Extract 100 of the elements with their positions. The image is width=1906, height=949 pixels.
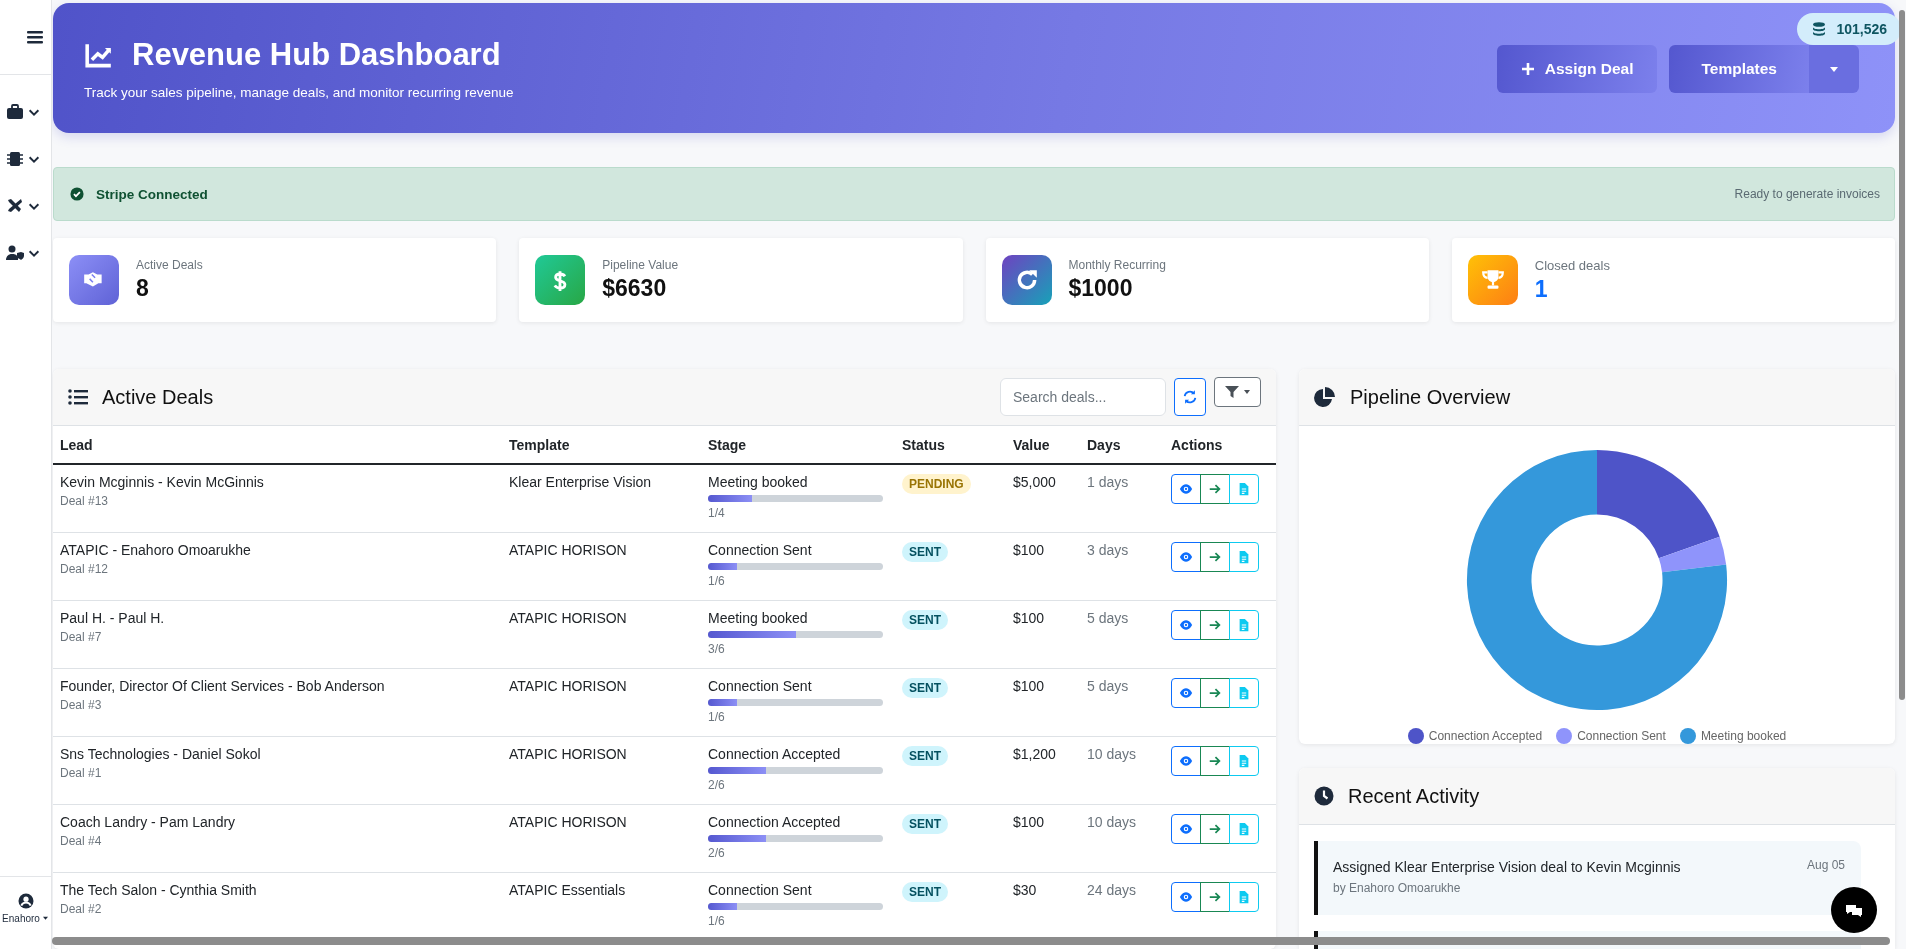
view-button[interactable] xyxy=(1171,882,1201,912)
status-badge: SENT xyxy=(902,610,948,630)
document-icon xyxy=(1237,822,1251,836)
templates-button[interactable]: Templates xyxy=(1669,45,1809,93)
advance-button[interactable] xyxy=(1200,882,1230,912)
stage-name: Connection Accepted xyxy=(708,746,842,762)
view-button[interactable] xyxy=(1171,474,1201,504)
arrow-right-icon xyxy=(1208,754,1222,768)
alert-note: Ready to generate invoices xyxy=(1734,187,1880,201)
stage-step: 3/6 xyxy=(708,642,888,656)
view-button[interactable] xyxy=(1171,610,1201,640)
advance-button[interactable] xyxy=(1200,678,1230,708)
stage-step: 1/6 xyxy=(708,710,888,724)
view-button[interactable] xyxy=(1171,542,1201,572)
view-button[interactable] xyxy=(1171,746,1201,776)
stat-value: $1000 xyxy=(1068,275,1134,302)
column-header: Actions xyxy=(1164,426,1276,464)
deal-number: Deal #7 xyxy=(60,630,103,644)
filter-button[interactable] xyxy=(1214,377,1261,407)
arrow-right-icon xyxy=(1208,822,1222,836)
column-header: Lead xyxy=(53,426,502,464)
value-cell: $100 xyxy=(1006,668,1080,737)
stat-label: Monthly Recurring xyxy=(1068,258,1166,272)
lead-name: The Tech Salon - Cynthia Smith xyxy=(60,882,258,898)
briefcase-icon xyxy=(6,103,24,121)
stat-label: Active Deals xyxy=(136,258,203,272)
arrow-right-icon xyxy=(1208,890,1222,904)
panel-title: Active Deals xyxy=(102,385,214,409)
stage-name: Connection Accepted xyxy=(708,814,842,830)
stage-step: 1/6 xyxy=(708,914,888,928)
advance-button[interactable] xyxy=(1200,474,1230,504)
lead-name: Kevin Mcginnis - Kevin McGinnis xyxy=(60,474,265,490)
refresh-button[interactable] xyxy=(1174,378,1206,416)
redo-tile-icon xyxy=(1001,255,1052,305)
legend-label: Meeting booked xyxy=(1700,729,1787,743)
deal-number: Deal #13 xyxy=(60,494,110,508)
status-badge: SENT xyxy=(902,882,948,902)
assign-deal-button[interactable]: Assign Deal xyxy=(1496,45,1658,93)
dashboard-title: Revenue Hub Dashboard xyxy=(132,36,501,73)
value-cell: $100 xyxy=(1006,804,1080,873)
column-header: Status xyxy=(895,426,1006,464)
trophy-tile-icon xyxy=(1467,255,1518,305)
advance-button[interactable] xyxy=(1200,746,1230,776)
stage-name: Connection Sent xyxy=(708,678,813,694)
dropdown-toggle[interactable] xyxy=(1809,45,1859,93)
deal-number: Deal #3 xyxy=(60,698,103,712)
stat-value: $6630 xyxy=(602,275,668,302)
advance-button[interactable] xyxy=(1200,610,1230,640)
filter-icon xyxy=(1224,384,1240,400)
stat-label: Closed deals xyxy=(1534,257,1610,273)
status-badge: SENT xyxy=(902,814,948,834)
deal-number: Deal #2 xyxy=(60,902,103,916)
arrow-right-icon xyxy=(1208,550,1222,564)
days-cell: 5 days xyxy=(1080,668,1164,737)
view-button[interactable] xyxy=(1171,678,1201,708)
caret-icon xyxy=(41,916,49,921)
view-button[interactable] xyxy=(1171,814,1201,844)
document-icon xyxy=(1237,482,1251,496)
value-cell: $1,200 xyxy=(1006,736,1080,805)
dollar-tile-icon xyxy=(535,255,586,305)
panel-title: Recent Activity xyxy=(1348,784,1480,808)
lead-name: ATAPIC - Enahoro Omoarukhe xyxy=(60,542,252,558)
column-header: Stage xyxy=(701,426,895,464)
stage-step: 2/6 xyxy=(708,846,888,860)
advance-button[interactable] xyxy=(1200,814,1230,844)
user-name[interactable]: Enahoro xyxy=(2,913,40,924)
advance-button[interactable] xyxy=(1200,542,1230,572)
stat-value: 1 xyxy=(1534,275,1549,303)
document-icon xyxy=(1237,618,1251,632)
stage-step: 1/4 xyxy=(708,506,888,520)
days-cell: 3 days xyxy=(1080,532,1164,601)
stage-step: 2/6 xyxy=(708,778,888,792)
stat-value: 8 xyxy=(136,275,150,302)
activity-text: Assigned Klear Enterprise Vision deal to Kevin Mcginnis xyxy=(1333,859,1681,875)
document-icon xyxy=(1237,550,1251,564)
value-cell: $100 xyxy=(1006,600,1080,669)
status-badge: SENT xyxy=(902,542,948,562)
arrow-right-icon xyxy=(1208,618,1222,632)
stage-name: Meeting booked xyxy=(708,610,809,626)
column-header: Days xyxy=(1080,426,1164,464)
template-cell: ATAPIC HORISON xyxy=(502,804,701,873)
days-cell: 10 days xyxy=(1080,804,1164,873)
days-cell: 5 days xyxy=(1080,600,1164,669)
eye-icon xyxy=(1179,822,1193,836)
column-header: Value xyxy=(1006,426,1080,464)
days-cell: 1 days xyxy=(1080,464,1164,533)
search-field[interactable]: Search deals... xyxy=(1000,378,1166,416)
status-badge: SENT xyxy=(902,678,948,698)
user-shield-icon xyxy=(6,244,24,262)
stat-label: Pipeline Value xyxy=(602,258,679,272)
template-cell: Klear Enterprise Vision xyxy=(502,464,701,533)
horizontal-scrollbar[interactable] xyxy=(52,937,1890,945)
deal-number: Deal #1 xyxy=(60,766,103,780)
template-cell: ATAPIC HORISON xyxy=(502,668,701,737)
template-cell: ATAPIC HORISON xyxy=(502,600,701,669)
eye-icon xyxy=(1179,550,1193,564)
user-icon xyxy=(17,893,34,909)
legend-label: Connection Accepted xyxy=(1428,729,1543,743)
vertical-scrollbar[interactable] xyxy=(1899,10,1905,700)
lead-name: Founder, Director Of Client Services - Bob Anderson xyxy=(60,678,386,694)
